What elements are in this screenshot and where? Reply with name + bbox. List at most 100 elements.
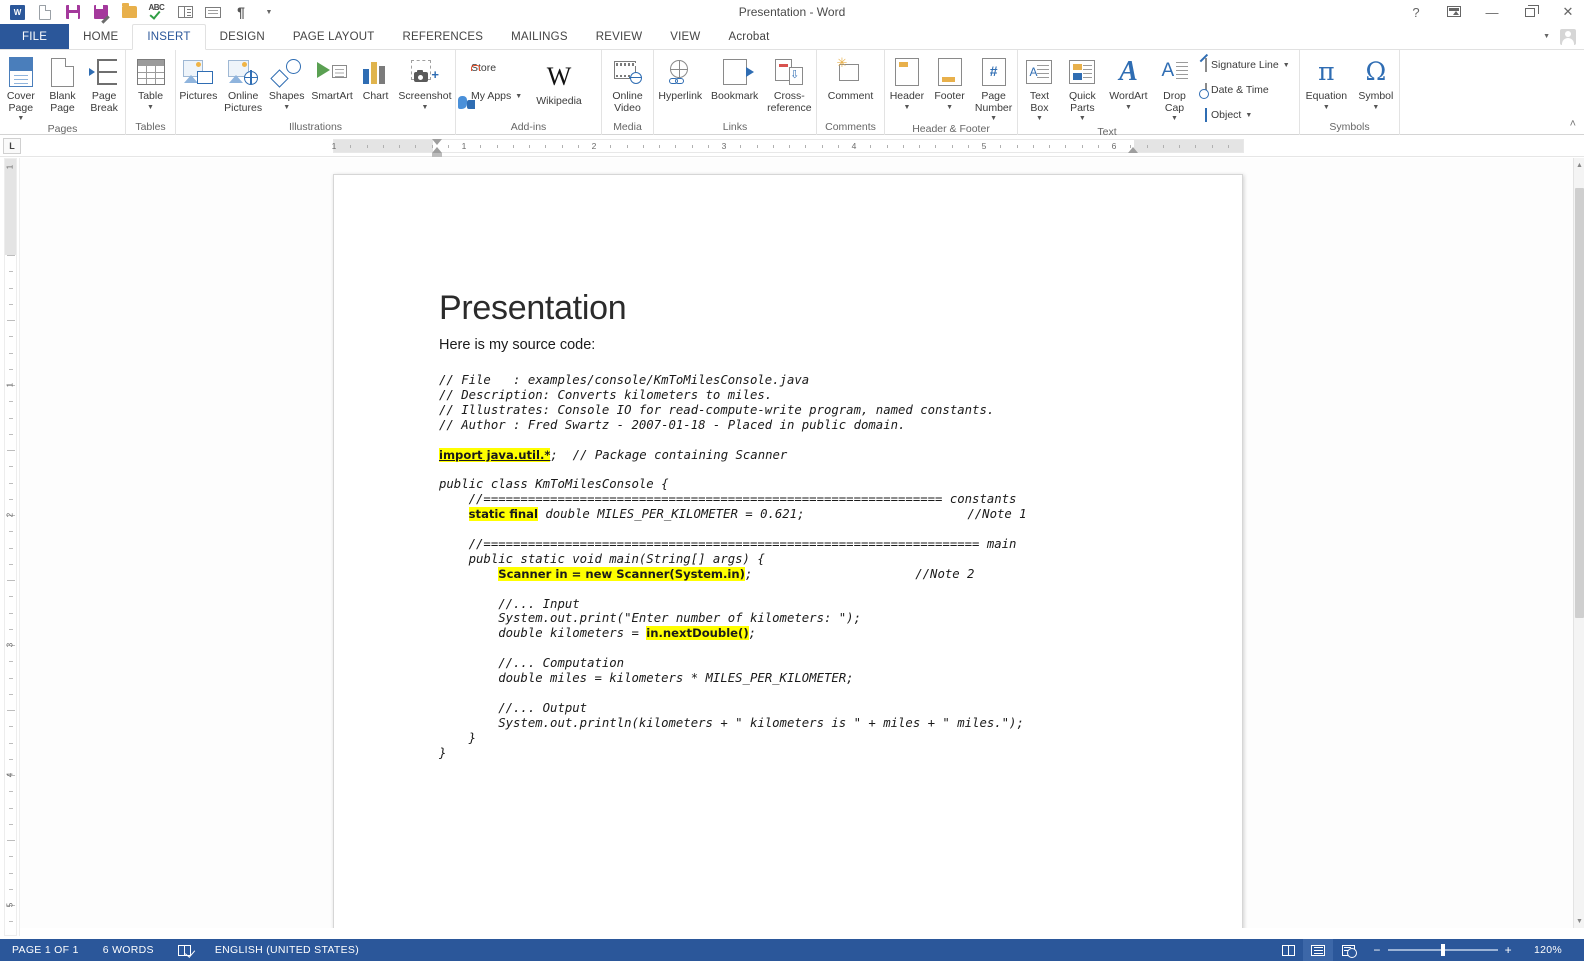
chart-button[interactable]: Chart [357, 53, 395, 103]
signature-line-button[interactable]: Signature Line ▼ [1202, 55, 1293, 75]
cross-reference-button[interactable]: ⇩ Cross- reference [764, 53, 814, 114]
zoom-level-label[interactable]: 120% [1522, 944, 1574, 956]
collapse-ribbon-button[interactable]: ˄ [1570, 118, 1576, 130]
footer-button[interactable]: Footer ▼ [931, 53, 969, 111]
tab-view[interactable]: VIEW [656, 24, 714, 49]
ribbon-display-options-icon[interactable] [1444, 5, 1464, 20]
online-video-button[interactable]: Online Video [609, 53, 647, 114]
tab-references[interactable]: REFERENCES [389, 24, 498, 49]
footer-dropdown-icon[interactable]: ▼ [946, 104, 953, 111]
status-language[interactable]: ENGLISH (UNITED STATES) [203, 944, 371, 956]
zoom-slider-handle[interactable] [1440, 944, 1445, 956]
date-time-button[interactable]: Date & Time [1202, 80, 1293, 100]
quick-parts-button[interactable]: Quick Parts ▼ [1063, 53, 1101, 122]
right-indent-marker[interactable] [1128, 147, 1138, 153]
vertical-scrollbar[interactable]: ▲ ▼ [1573, 158, 1584, 928]
status-word-count[interactable]: 6 WORDS [91, 944, 166, 956]
tab-page-layout[interactable]: PAGE LAYOUT [279, 24, 389, 49]
object-dropdown-icon[interactable]: ▼ [1245, 112, 1252, 119]
tab-design[interactable]: DESIGN [206, 24, 279, 49]
page-number-dropdown-icon[interactable]: ▼ [990, 115, 997, 122]
first-line-indent-marker[interactable] [432, 139, 442, 145]
tab-acrobat[interactable]: Acrobat [714, 24, 783, 49]
page-break-button[interactable]: Page Break [85, 53, 123, 114]
drop-cap-dropdown-icon[interactable]: ▼ [1171, 115, 1178, 122]
web-layout-view-icon[interactable] [1333, 939, 1363, 961]
quick-parts-dropdown-icon[interactable]: ▼ [1079, 115, 1086, 122]
scroll-up-icon[interactable]: ▲ [1574, 158, 1584, 172]
screenshot-button[interactable]: + Screenshot ▼ [395, 53, 454, 111]
table-dropdown-icon[interactable]: ▼ [147, 104, 154, 111]
object-button[interactable]: Object ▼ [1202, 105, 1293, 125]
restore-down-button[interactable] [1520, 4, 1540, 20]
tab-file[interactable]: FILE [0, 24, 70, 49]
status-page-info[interactable]: PAGE 1 OF 1 [0, 944, 91, 956]
screenshot-dropdown-icon[interactable]: ▼ [421, 104, 428, 111]
comment-button[interactable]: ✳ Comment [825, 53, 877, 103]
tab-insert[interactable]: INSERT [132, 24, 206, 50]
blank-page-button[interactable]: Blank Page [43, 53, 81, 114]
horizontal-ruler[interactable]: 1 1 2 3 4 5 6 [332, 139, 1244, 153]
tab-mailings[interactable]: MAILINGS [497, 24, 582, 49]
signature-line-dropdown-icon[interactable]: ▼ [1283, 62, 1290, 69]
shapes-dropdown-icon[interactable]: ▼ [283, 104, 290, 111]
text-box-button[interactable]: A Text Box ▼ [1020, 53, 1058, 122]
save-as-icon[interactable] [88, 1, 114, 23]
wordart-button[interactable]: A WordArt ▼ [1106, 53, 1150, 122]
my-apps-dropdown-icon[interactable]: ▼ [515, 93, 522, 100]
online-pictures-button[interactable]: Online Pictures [221, 53, 265, 114]
read-mode-view-icon[interactable] [1273, 939, 1303, 961]
minimize-button[interactable]: — [1482, 5, 1502, 20]
help-button[interactable]: ? [1406, 5, 1426, 20]
proofing-errors-icon[interactable] [166, 944, 203, 956]
table-button[interactable]: Table ▼ [132, 53, 170, 111]
source-code-block[interactable]: // File : examples/console/KmToMilesCons… [439, 373, 1182, 760]
vertical-ruler[interactable]: 1 1 2 3 4 5 [0, 158, 20, 936]
page-content[interactable]: Presentation Here is my source code: // … [439, 287, 1182, 760]
open-folder-icon[interactable] [116, 1, 142, 23]
hyperlink-button[interactable]: Hyperlink [655, 53, 705, 103]
header-button[interactable]: Header ▼ [887, 53, 927, 111]
zoom-in-button[interactable]: + [1505, 944, 1512, 956]
tab-home[interactable]: HOME [69, 24, 132, 49]
symbol-button[interactable]: Ω Symbol ▼ [1355, 53, 1396, 111]
store-button[interactable]: Store [464, 58, 525, 78]
scroll-down-icon[interactable]: ▼ [1574, 914, 1584, 928]
document-page[interactable]: Presentation Here is my source code: // … [333, 174, 1243, 928]
print-layout-view-icon[interactable] [1303, 939, 1334, 961]
cover-page-dropdown-icon[interactable]: ▼ [17, 115, 24, 122]
shapes-button[interactable]: Shapes ▼ [266, 53, 308, 111]
tab-stop-selector[interactable]: L [3, 138, 21, 154]
show-formatting-marks-icon[interactable]: ¶ [228, 1, 254, 23]
user-account-avatar[interactable] [1560, 28, 1576, 45]
wikipedia-button[interactable]: W Wikipedia [533, 58, 585, 108]
my-apps-button[interactable]: My Apps ▼ [464, 86, 525, 106]
print-layout-icon[interactable] [200, 1, 226, 23]
save-icon[interactable] [60, 1, 86, 23]
header-dropdown-icon[interactable]: ▼ [903, 104, 910, 111]
drop-cap-button[interactable]: A Drop Cap ▼ [1156, 53, 1194, 122]
bookmark-button[interactable]: Bookmark [708, 53, 761, 103]
tab-review[interactable]: REVIEW [582, 24, 657, 49]
zoom-slider[interactable]: − + [1363, 944, 1522, 956]
document-canvas[interactable]: Presentation Here is my source code: // … [20, 158, 1573, 928]
new-document-icon[interactable] [32, 1, 58, 23]
customize-qat-icon[interactable]: ▼ [256, 1, 282, 23]
close-button[interactable]: ✕ [1558, 4, 1578, 20]
left-indent-marker[interactable] [432, 153, 442, 157]
zoom-out-button[interactable]: − [1373, 944, 1380, 956]
pictures-button[interactable]: Pictures [176, 53, 220, 103]
page-number-button[interactable]: # Page Number ▼ [972, 53, 1015, 122]
read-mode-icon[interactable] [172, 1, 198, 23]
scrollbar-thumb[interactable] [1575, 188, 1584, 618]
account-chevron-down-icon[interactable]: ▼ [1543, 33, 1550, 40]
spelling-check-icon[interactable]: ABC [144, 1, 170, 23]
equation-button[interactable]: π Equation ▼ [1303, 53, 1350, 111]
cover-page-button[interactable]: Cover Page ▼ [2, 53, 40, 122]
text-box-dropdown-icon[interactable]: ▼ [1036, 115, 1043, 122]
zoom-slider-track[interactable] [1387, 944, 1498, 956]
smartart-button[interactable]: SmartArt [308, 53, 355, 103]
equation-dropdown-icon[interactable]: ▼ [1323, 104, 1330, 111]
symbol-dropdown-icon[interactable]: ▼ [1372, 104, 1379, 111]
wordart-dropdown-icon[interactable]: ▼ [1125, 104, 1132, 111]
